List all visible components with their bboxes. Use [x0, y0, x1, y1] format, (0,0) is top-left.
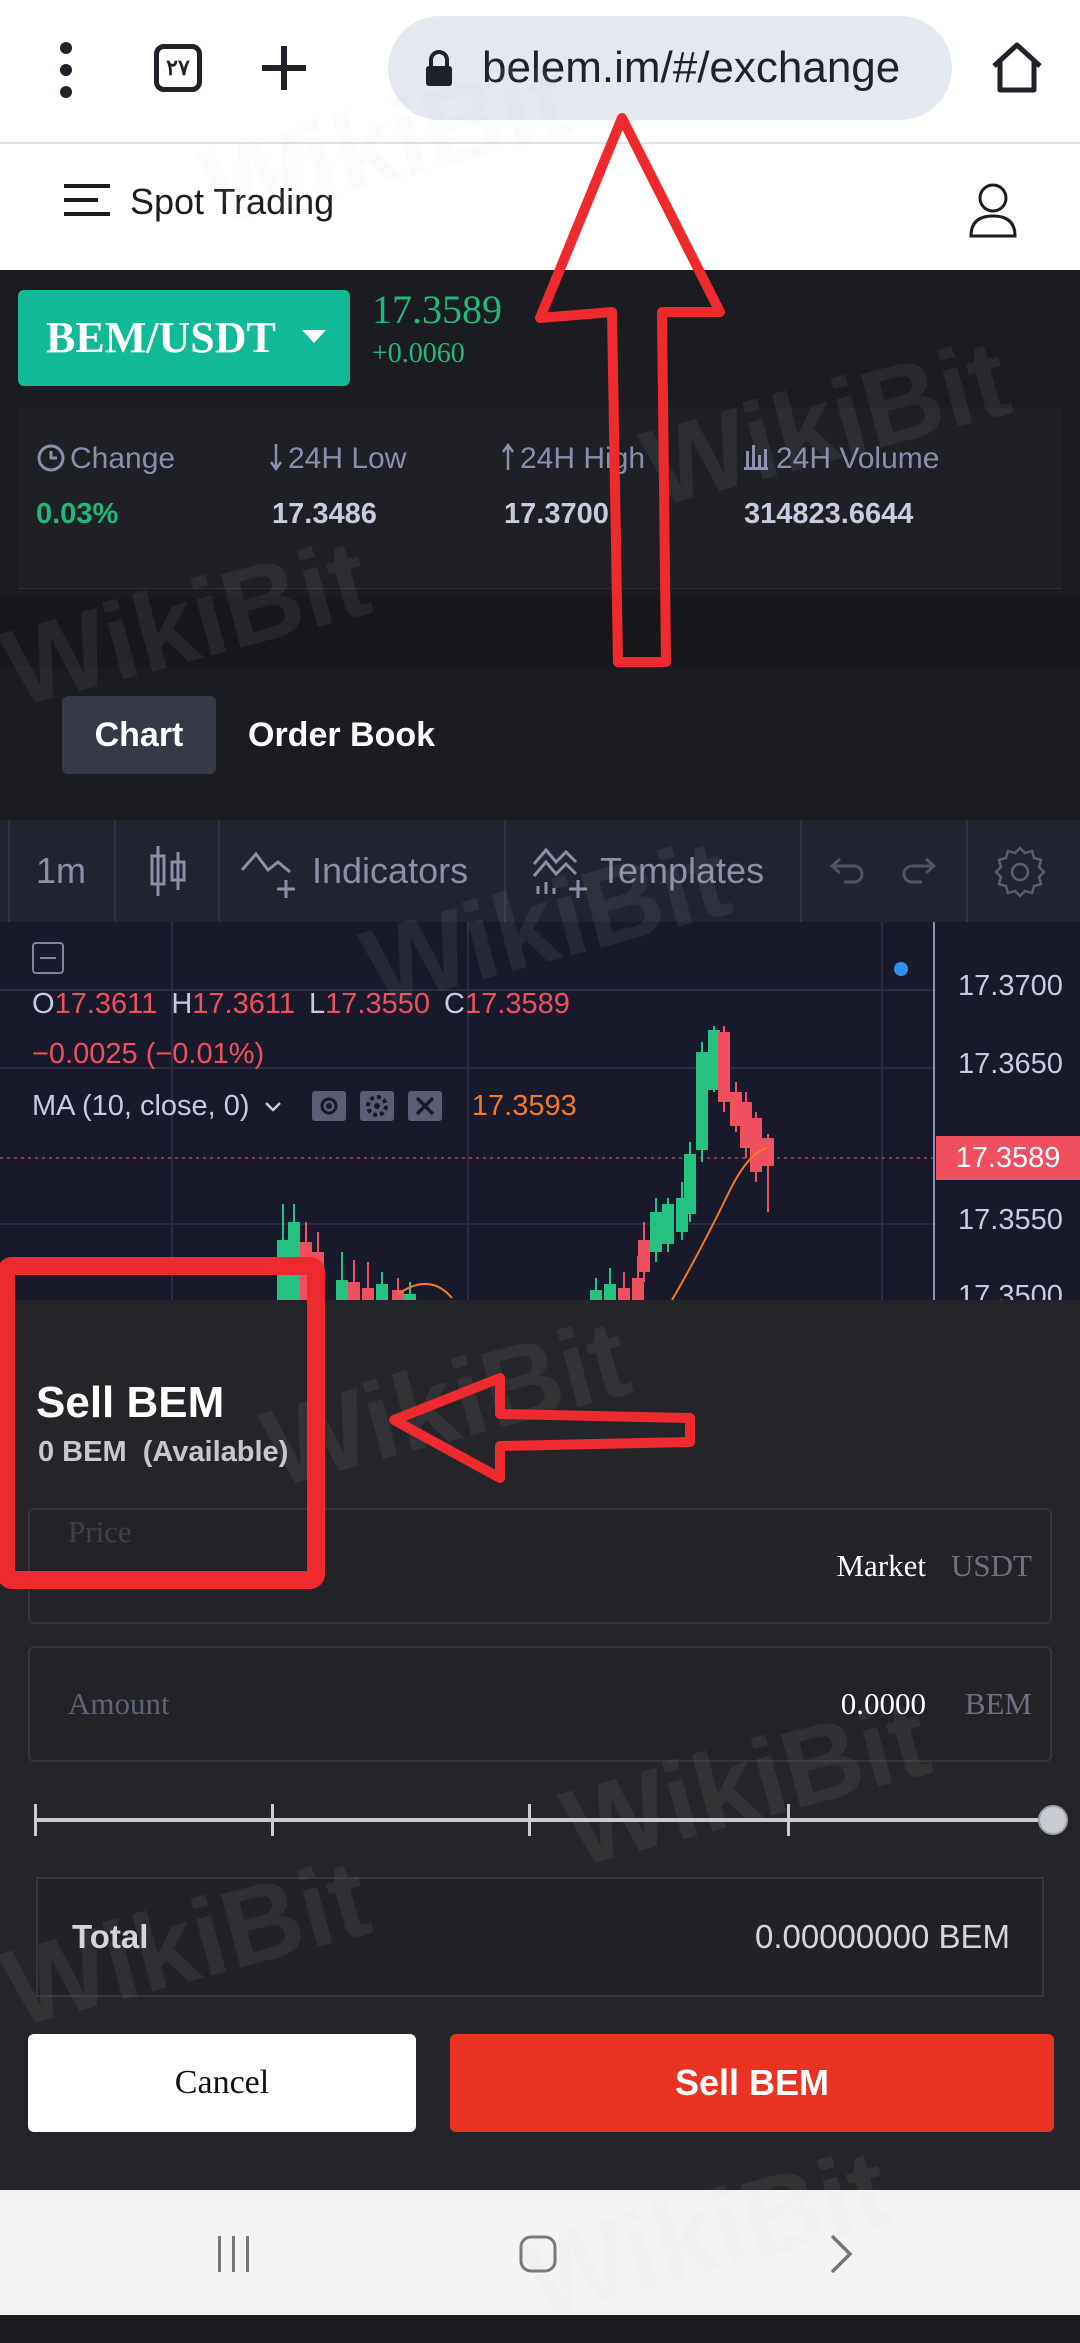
annotation-arrow-left — [389, 1373, 695, 1483]
annotation-overlay — [0, 113, 725, 1589]
annotation-arrow-up — [535, 113, 725, 667]
annotation-box — [0, 1257, 325, 1589]
